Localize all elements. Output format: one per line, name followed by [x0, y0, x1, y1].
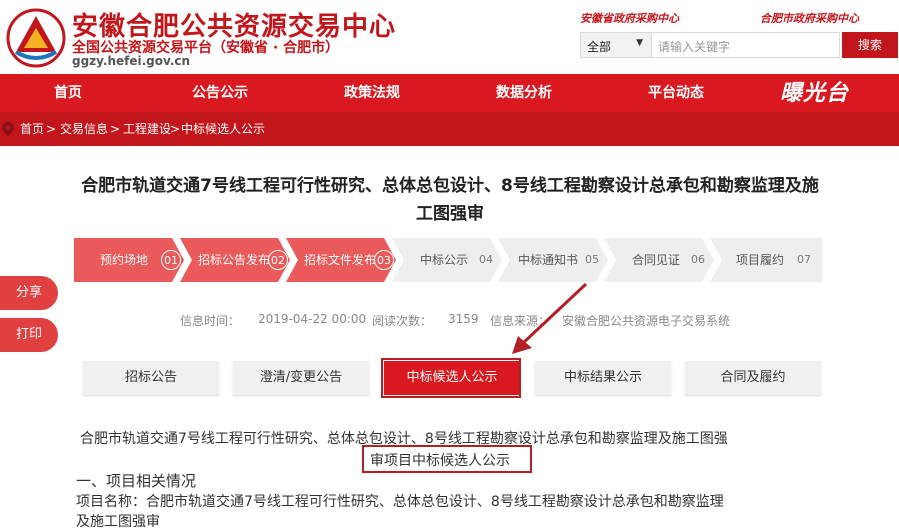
breadcrumb-separator: > [170, 122, 181, 136]
tab-clarification[interactable]: 澄清/变更公告 [233, 361, 369, 395]
search-bar: 全部 ▼ 请输入关键字 搜索 [580, 32, 898, 58]
annotation-arrow-icon [512, 282, 588, 354]
step-5-label: 中标通知书 [518, 253, 579, 267]
search-input[interactable]: 请输入关键字 [652, 32, 840, 58]
step-1: 预约场地 01 [74, 238, 184, 282]
step-4: 中标公示 04 [392, 238, 502, 282]
nav-item-announcements[interactable]: 公告公示 [170, 74, 270, 112]
step-5: 中标通知书 05 [498, 238, 608, 282]
share-button[interactable]: 分享 [0, 276, 58, 310]
step-5-number: 05 [585, 253, 599, 266]
search-scope-value: 全部 [587, 40, 612, 54]
info-views-label: 阅读次数： [372, 314, 433, 328]
nav-item-platform-news[interactable]: 平台动态 [626, 74, 726, 112]
site-header: 安徽合肥公共资源交易中心 全国公共资源交易平台（安徽省 · 合肥市） ggzy.… [0, 0, 899, 74]
step-1-number: 01 [161, 250, 181, 270]
info-time-label: 信息时间： [180, 314, 241, 328]
site-domain: ggzy.hefei.gov.cn [72, 54, 191, 68]
gov-link-province[interactable]: 安徽省政府采购中心 [580, 10, 679, 26]
progress-steps: 预约场地 01 招标公告发布 02 招标文件发布 03 中标公示 04 中标通知… [74, 238, 822, 282]
location-pin-icon [2, 122, 14, 136]
main-nav: 首页 公告公示 政策法规 数据分析 平台动态 曝光台 [0, 74, 899, 112]
step-6-label: 合同见证 [632, 253, 681, 267]
step-6-number: 06 [691, 253, 705, 266]
info-time-value: 2019-04-22 00:00 [258, 312, 367, 326]
nav-item-data-analysis[interactable]: 数据分析 [474, 74, 574, 112]
step-6: 合同见证 06 [604, 238, 714, 282]
breadcrumb-separator: > [110, 122, 121, 136]
nav-item-home[interactable]: 首页 [18, 74, 118, 112]
info-views-value: 3159 [448, 312, 479, 326]
nav-item-exposure[interactable]: 曝光台 [780, 76, 849, 110]
step-7-label: 项目履约 [736, 253, 785, 267]
tab-contract[interactable]: 合同及履约 [685, 361, 821, 395]
breadcrumb-engineering[interactable]: 工程建设 [123, 112, 171, 146]
gov-link-city[interactable]: 合肥市政府采购中心 [760, 10, 859, 26]
article-title: 合肥市轨道交通7号线工程可行性研究、总体总包设计、8号线工程勘察设计总承包和勘察… [81, 176, 819, 224]
search-button[interactable]: 搜索 [842, 32, 898, 58]
step-3-label: 招标文件发布 [304, 253, 377, 267]
step-4-label: 中标公示 [420, 253, 469, 267]
page-root: 安徽合肥公共资源交易中心 全国公共资源交易平台（安徽省 · 合肥市） ggzy.… [0, 0, 899, 528]
step-2: 招标公告发布 02 [180, 238, 290, 282]
project-name-line-2: 及施工图强审 [76, 514, 160, 528]
breadcrumb-home[interactable]: 首页 [20, 112, 44, 146]
step-2-number: 02 [268, 250, 288, 270]
step-7-number: 07 [797, 253, 811, 266]
step-1-label: 预约场地 [100, 253, 149, 267]
step-3-number: 03 [374, 250, 394, 270]
project-name-line-1: 项目名称：合肥市轨道交通7号线工程可行性研究、总体总包设计、8号线工程勘察设计总… [76, 494, 724, 510]
tab-tender-announcement[interactable]: 招标公告 [83, 361, 219, 395]
chevron-down-icon: ▼ [636, 38, 643, 48]
nav-item-policies[interactable]: 政策法规 [322, 74, 422, 112]
search-scope-select[interactable]: 全部 ▼ [580, 32, 652, 58]
breadcrumb: 首页 > 交易信息 > 工程建设 > 中标候选人公示 [0, 112, 899, 146]
tab-winning-result[interactable]: 中标结果公示 [535, 361, 671, 395]
step-7: 项目履约 07 [710, 238, 822, 282]
step-2-label: 招标公告发布 [198, 253, 271, 267]
annotation-highlight-heading [362, 445, 532, 473]
step-3: 招标文件发布 03 [286, 238, 396, 282]
breadcrumb-separator: > [46, 122, 57, 136]
print-button[interactable]: 打印 [0, 318, 58, 352]
section-title: 一、项目相关情况 [76, 472, 197, 490]
step-4-number: 04 [479, 253, 493, 266]
site-logo-icon[interactable] [6, 8, 66, 68]
breadcrumb-current: 中标候选人公示 [181, 122, 266, 136]
breadcrumb-trade-info[interactable]: 交易信息 [60, 112, 108, 146]
annotation-highlight-tab [381, 358, 521, 398]
